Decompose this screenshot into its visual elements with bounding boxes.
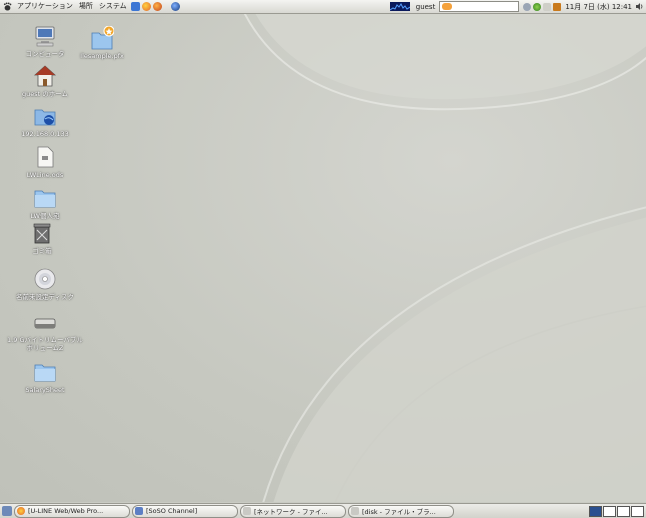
workspace-switcher [588, 506, 644, 517]
places-menu[interactable]: 場所 [76, 0, 96, 13]
desktop-icon-label: 名前未設定ディスク [15, 293, 75, 301]
desktop-icon-ilesample[interactable]: Ilesample.pfx [62, 26, 142, 60]
desktop[interactable]: コンピュータ guest のホーム 192.168.0.133 LWLine.o… [0, 14, 646, 502]
task-label: [SoSO Channel] [146, 507, 198, 515]
certificate-folder-icon [91, 26, 114, 50]
workspace-1[interactable] [589, 506, 602, 517]
desktop-icon-label: 192.168.0.133 [21, 130, 69, 138]
gnome-foot-icon[interactable] [3, 2, 12, 11]
file-manager-icon [351, 507, 359, 515]
desktop-icon-label: SalarySheet [25, 386, 65, 394]
firefox-launcher-icon[interactable] [141, 2, 151, 11]
desktop-icon-trash[interactable]: ゴミ箱 [2, 221, 82, 255]
cd-icon [34, 268, 56, 290]
folder-icon [34, 190, 56, 208]
wallpaper [243, 14, 646, 502]
desktop-icon-network-share[interactable]: 192.168.0.133 [5, 104, 85, 138]
task-label: [ネットワーク - ファイ... [254, 508, 328, 516]
desktop-icon-lw-personal[interactable]: LW個人宛 [5, 186, 85, 220]
desktop-icon-label: LWLine.ods [26, 171, 64, 179]
folder-icon [34, 364, 56, 382]
desktop-icon-cd[interactable]: 名前未設定ディスク [5, 267, 85, 301]
update-notifier-icon[interactable] [533, 2, 542, 11]
system-monitor-icon[interactable] [389, 2, 410, 11]
desktop-icon-label: LW個人宛 [30, 212, 60, 220]
desktop-icon-label: コンピュータ [25, 50, 65, 58]
applications-menu[interactable]: アプリケーション [14, 0, 76, 13]
clock[interactable]: 11月 7日 (水) 12:41 [565, 2, 632, 12]
file-manager-icon [243, 507, 251, 515]
desktop-icon-lwline[interactable]: LWLine.ods [5, 145, 85, 179]
task-label: [U-LINE Web/Web Pro... [28, 507, 104, 515]
task-button-network-files[interactable]: [ネットワーク - ファイ... [240, 504, 346, 518]
globe-launcher-icon[interactable] [170, 2, 180, 11]
desktop-icon-salarysheet[interactable]: SalarySheet [5, 360, 85, 394]
desktop-icon-label: 1.9 GバイトリムーバブルボリュームZ [7, 336, 83, 352]
browser-icon [17, 507, 25, 515]
notes-icon[interactable] [553, 2, 562, 11]
search-icon [442, 3, 453, 10]
bottom-panel: [U-LINE Web/Web Pro... [SoSO Channel] [ネ… [0, 503, 646, 518]
computer-icon [35, 26, 55, 47]
task-button-disk-files[interactable]: [disk - ファイル・ブラ... [348, 504, 454, 518]
mail-launcher-icon[interactable] [152, 2, 162, 11]
desktop-icon-removable-drive[interactable]: 1.9 GバイトリムーバブルボリュームZ [5, 310, 85, 352]
workspace-3[interactable] [617, 506, 630, 517]
desktop-icon-label: ゴミ箱 [32, 247, 52, 255]
panel-right-area: guest 11月 7日 (水) 12:41 [389, 0, 644, 13]
task-button-browser[interactable]: [U-LINE Web/Web Pro... [14, 504, 130, 518]
trash-icon [33, 223, 51, 244]
task-button-soso-channel[interactable]: [SoSO Channel] [132, 504, 238, 518]
document-icon [37, 146, 54, 168]
workspace-4[interactable] [631, 506, 644, 517]
desktop-icon-label: Ilesample.pfx [80, 52, 124, 60]
desktop-icon-label: guest のホーム [21, 90, 69, 98]
volume-icon[interactable] [635, 2, 644, 11]
task-label: [disk - ファイル・ブラ... [362, 508, 436, 516]
chat-icon [135, 507, 143, 515]
home-folder-icon [33, 65, 57, 87]
workspace-2[interactable] [603, 506, 616, 517]
system-menu[interactable]: システム [96, 0, 130, 13]
show-desktop-icon[interactable] [2, 506, 12, 516]
network-share-icon [34, 109, 56, 126]
network-status-icon[interactable] [523, 2, 532, 11]
removable-drive-icon [34, 318, 56, 329]
network-launcher-icon[interactable] [130, 2, 140, 11]
top-panel: アプリケーション 場所 システム guest 11月 7日 (水) 12:41 [0, 0, 646, 14]
tray-applet-icon[interactable] [543, 2, 552, 11]
search-input[interactable] [439, 1, 520, 12]
desktop-icon-home[interactable]: guest のホーム [5, 64, 85, 98]
user-switcher[interactable]: guest [416, 3, 436, 11]
